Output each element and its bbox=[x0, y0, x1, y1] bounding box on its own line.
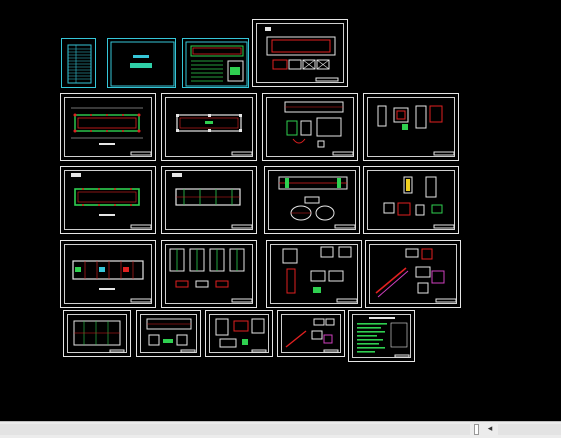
drawing-sheet-cover[interactable] bbox=[107, 38, 176, 88]
sheet-content bbox=[357, 317, 410, 358]
drawing-sheet-wall-sections[interactable] bbox=[161, 240, 257, 308]
drawing-sheet-section-details[interactable] bbox=[262, 93, 358, 161]
sheet-content bbox=[146, 318, 196, 353]
sheet-content bbox=[375, 248, 457, 303]
sheet-content bbox=[110, 41, 175, 87]
sheet-content bbox=[284, 101, 354, 156]
sheet-content bbox=[383, 176, 455, 229]
sheet-content bbox=[285, 318, 339, 353]
drawing-sheet-notes[interactable] bbox=[182, 38, 249, 88]
horizontal-scrollbar[interactable]: ◂ bbox=[0, 421, 561, 438]
sheet-content bbox=[73, 320, 125, 353]
drawing-sheet-roof-plan[interactable] bbox=[60, 166, 156, 234]
drawing-sheet-floor-plan[interactable] bbox=[161, 93, 257, 161]
drawing-sheet-index[interactable] bbox=[61, 38, 96, 88]
drawing-sheet-pump-room-plan[interactable] bbox=[60, 240, 156, 308]
sheet-content bbox=[169, 248, 253, 303]
drawing-sheet-ladder-details[interactable] bbox=[277, 310, 345, 357]
sheet-content bbox=[176, 114, 253, 156]
drawing-sheet-foundation-plan[interactable] bbox=[60, 93, 156, 161]
drawing-sheet-pool-plan[interactable] bbox=[136, 310, 201, 357]
sheet-content bbox=[67, 44, 92, 84]
scrollbar-track[interactable] bbox=[0, 424, 470, 435]
drawing-sheet-node-details[interactable] bbox=[363, 93, 459, 161]
sheet-content bbox=[377, 105, 455, 156]
drawing-sheet-beam-plan[interactable] bbox=[161, 166, 257, 234]
sheet-content bbox=[71, 173, 152, 229]
sheet-content bbox=[72, 260, 152, 303]
drawing-sheet-elevation[interactable] bbox=[63, 310, 131, 357]
drawing-sheet-column-details[interactable] bbox=[363, 166, 459, 234]
drawing-sheet-tank-section[interactable] bbox=[264, 166, 360, 234]
chevron-left-icon[interactable]: ◂ bbox=[484, 423, 496, 436]
sheet-content bbox=[71, 107, 152, 156]
sheet-content bbox=[265, 27, 339, 82]
scrollbar-thumb[interactable] bbox=[474, 424, 479, 435]
drawing-sheet-equipment-foundation[interactable] bbox=[266, 240, 362, 308]
sheet-content bbox=[278, 176, 356, 229]
sheet-content bbox=[172, 173, 253, 229]
drawing-sheet-title-plan[interactable] bbox=[252, 19, 348, 87]
drawing-sheet-legend[interactable] bbox=[348, 310, 415, 362]
drawing-sheet-outlet-details[interactable] bbox=[205, 310, 273, 357]
drawing-canvas[interactable] bbox=[0, 0, 561, 421]
sheet-content bbox=[215, 318, 267, 353]
sheet-content bbox=[282, 246, 358, 303]
scrollbar-track-right[interactable] bbox=[498, 424, 561, 435]
drawing-sheet-stair-details[interactable] bbox=[365, 240, 461, 308]
sheet-content bbox=[185, 41, 248, 87]
